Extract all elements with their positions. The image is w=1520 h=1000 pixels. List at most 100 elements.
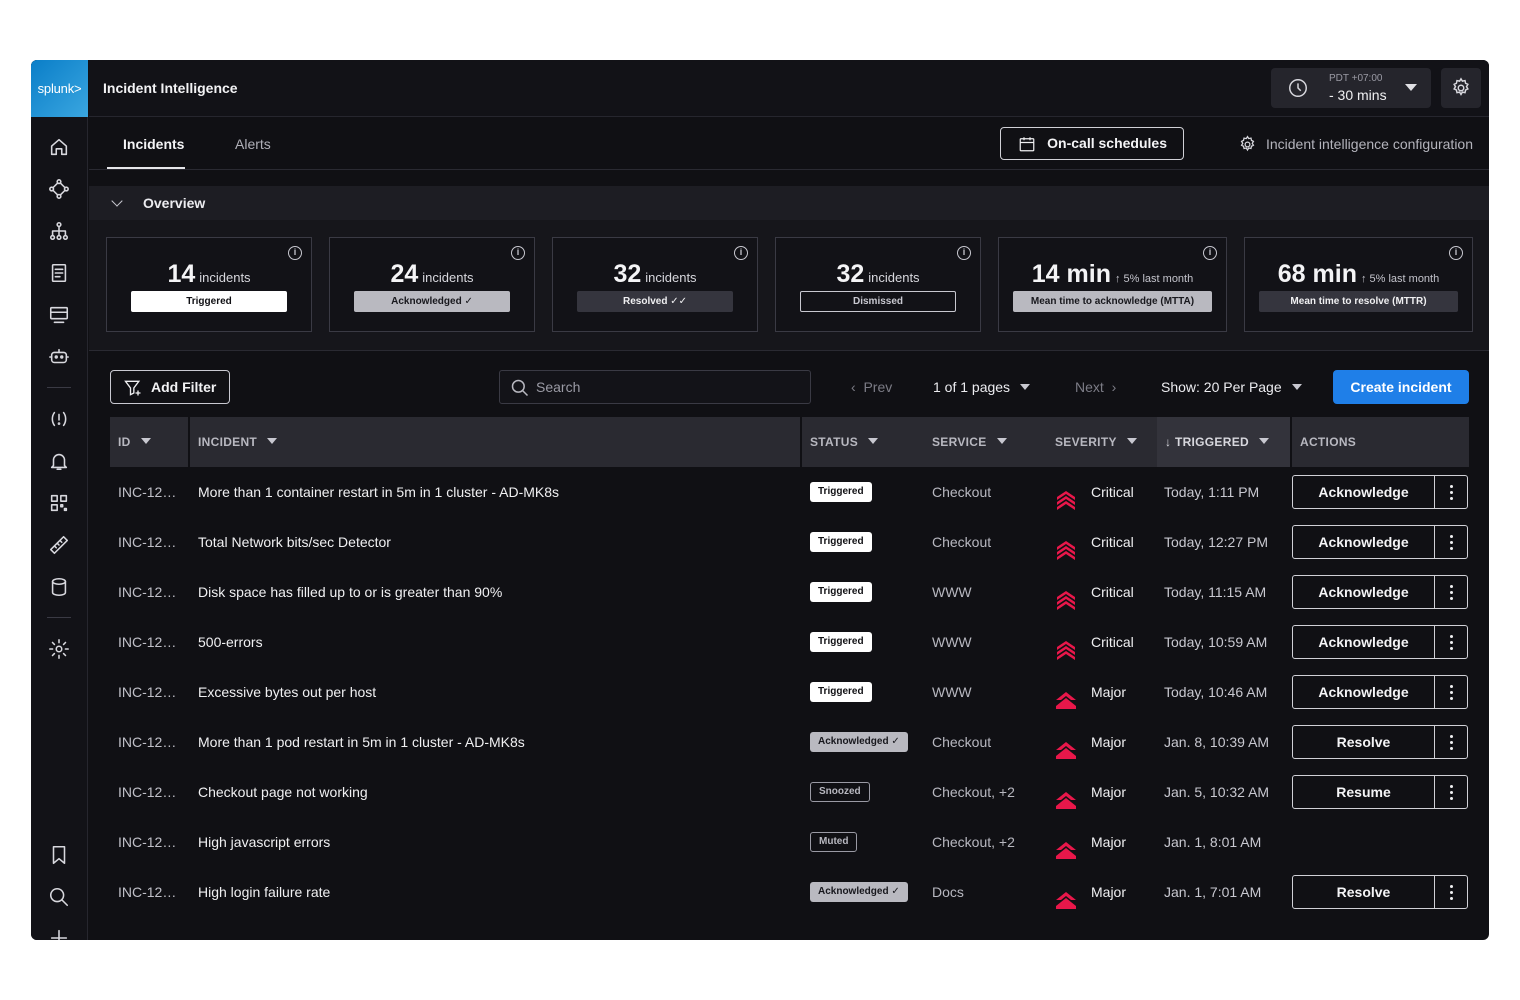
table-row[interactable]: INC-12… 500-errors Triggered WWW Critical Tod… <box>110 617 1469 667</box>
ruler-icon[interactable] <box>47 533 71 557</box>
acknowledge-button[interactable]: Acknowledge <box>1292 625 1435 659</box>
table-row[interactable]: INC-12… Disk space has filled up to or is… <box>110 567 1469 617</box>
search-icon[interactable] <box>47 885 71 909</box>
database-icon[interactable] <box>47 575 71 599</box>
add-icon[interactable] <box>47 926 71 940</box>
on-call-schedules-button[interactable]: On-call schedules <box>1000 127 1184 160</box>
incident-title[interactable]: Total Network bits/sec Detector <box>198 517 391 567</box>
incident-intelligence-config-link[interactable]: Incident intelligence configuration <box>1238 135 1473 152</box>
incident-title[interactable]: 500-errors <box>198 617 263 667</box>
incident-id[interactable]: INC-12… <box>118 767 176 817</box>
incident-id[interactable]: INC-12… <box>118 667 176 717</box>
overview-toggle[interactable]: Overview <box>89 186 1489 220</box>
incident-id[interactable]: INC-12… <box>118 467 176 517</box>
chevron-down-icon <box>1020 384 1031 390</box>
resume-button[interactable]: Resume <box>1292 775 1435 809</box>
table-row[interactable]: INC-12… High login failure rate Acknowledg… <box>110 867 1469 917</box>
incident-title[interactable]: Disk space has filled up to or is greate… <box>198 567 502 617</box>
incident-title[interactable]: High javascript errors <box>198 817 330 867</box>
column-header-severity[interactable]: SEVERITY <box>1047 417 1157 467</box>
page-select[interactable]: 1 of 1 pages <box>933 379 1031 395</box>
incident-title[interactable]: High login failure rate <box>198 867 330 917</box>
tab-alerts[interactable]: Alerts <box>235 136 271 152</box>
prev-page-button[interactable]: ‹ Prev <box>851 379 892 395</box>
time-range-picker[interactable]: PDT +07:00 - 30 mins <box>1271 68 1431 108</box>
column-header-incident[interactable]: INCIDENT <box>190 417 800 467</box>
info-icon[interactable]: i <box>957 246 971 260</box>
bell-icon[interactable] <box>47 449 71 473</box>
more-actions-icon[interactable] <box>1434 525 1468 559</box>
kpi-triggered[interactable]: i 14 incidents Triggered <box>106 237 312 332</box>
incident-title[interactable]: More than 1 container restart in 5m in 1… <box>198 467 559 517</box>
kpi-acknowledged[interactable]: i 24 incidents Acknowledged ✓ <box>329 237 535 332</box>
search-input[interactable] <box>536 371 796 403</box>
logs-icon[interactable] <box>47 261 71 285</box>
table-row[interactable]: INC-12… High javascript errors Muted Checko… <box>110 817 1469 867</box>
per-page-select[interactable]: Show: 20 Per Page <box>1161 379 1302 395</box>
column-header-triggered[interactable]: ↓ TRIGGERED <box>1157 417 1290 467</box>
next-page-button[interactable]: Next › <box>1075 379 1116 395</box>
incident-id[interactable]: INC-12… <box>118 817 176 867</box>
robot-icon[interactable] <box>47 345 71 369</box>
table-row[interactable]: INC-12… More than 1 container restart in … <box>110 467 1469 517</box>
kpi-trend: ↑ 5% last month <box>1114 273 1194 285</box>
create-incident-button[interactable]: Create incident <box>1333 370 1469 404</box>
settings-button[interactable] <box>1441 68 1481 108</box>
kpi-mttr[interactable]: i 68 min ↑ 5% last month Mean time to res… <box>1244 237 1473 332</box>
incident-title[interactable]: Checkout page not working <box>198 767 368 817</box>
incident-id[interactable]: INC-12… <box>118 717 176 767</box>
splunk-logo[interactable]: splunk> <box>31 60 88 117</box>
settings-icon[interactable] <box>47 637 71 661</box>
bookmark-icon[interactable] <box>47 843 71 867</box>
search-box[interactable] <box>499 370 811 404</box>
info-icon[interactable]: i <box>734 246 748 260</box>
info-icon[interactable]: i <box>288 246 302 260</box>
more-actions-icon[interactable] <box>1434 675 1468 709</box>
table-row[interactable]: INC-12… Checkout page not working Snoozed C… <box>110 767 1469 817</box>
status-badge: Acknowledged ✓ <box>810 732 908 752</box>
grid-icon[interactable] <box>47 491 71 515</box>
add-filter-button[interactable]: Add Filter <box>110 370 230 404</box>
acknowledge-button[interactable]: Acknowledge <box>1292 575 1435 609</box>
resolve-button[interactable]: Resolve <box>1292 725 1435 759</box>
incident-title[interactable]: More than 1 pod restart in 5m in 1 clust… <box>198 717 525 767</box>
hierarchy-icon[interactable] <box>47 219 71 243</box>
status-badge: Muted <box>810 832 858 852</box>
kpi-resolved[interactable]: i 32 incidents Resolved ✓✓ <box>552 237 758 332</box>
acknowledge-button[interactable]: Acknowledge <box>1292 675 1435 709</box>
more-actions-icon[interactable] <box>1434 475 1468 509</box>
info-icon[interactable]: i <box>1449 246 1463 260</box>
incident-alert-icon[interactable] <box>47 407 71 431</box>
service-map-icon[interactable] <box>47 177 71 201</box>
info-icon[interactable]: i <box>511 246 525 260</box>
table-row[interactable]: INC-12… More than 1 pod restart in 5m in … <box>110 717 1469 767</box>
more-actions-icon[interactable] <box>1434 625 1468 659</box>
column-header-service[interactable]: SERVICE <box>924 417 1044 467</box>
column-header-id[interactable]: ID <box>110 417 188 467</box>
info-icon[interactable]: i <box>1203 246 1217 260</box>
column-header-status[interactable]: STATUS <box>802 417 922 467</box>
severity-label: Critical <box>1091 634 1134 650</box>
severity: Major <box>1055 667 1126 717</box>
incident-id[interactable]: INC-12… <box>118 617 176 667</box>
more-actions-icon[interactable] <box>1434 575 1468 609</box>
incident-id[interactable]: INC-12… <box>118 567 176 617</box>
more-actions-icon[interactable] <box>1434 775 1468 809</box>
kpi-mtta[interactable]: i 14 min ↑ 5% last month Mean time to ack… <box>998 237 1227 332</box>
incident-id[interactable]: INC-12… <box>118 517 176 567</box>
more-actions-icon[interactable] <box>1434 875 1468 909</box>
triggered-time: Today, 1:11 PM <box>1164 484 1260 500</box>
incident-title[interactable]: Excessive bytes out per host <box>198 667 376 717</box>
table-row[interactable]: INC-12… Total Network bits/sec Detector Tr… <box>110 517 1469 567</box>
acknowledge-button[interactable]: Acknowledge <box>1292 475 1435 509</box>
dashboard-list-icon[interactable] <box>47 303 71 327</box>
incident-id[interactable]: INC-12… <box>118 867 176 917</box>
home-icon[interactable] <box>47 135 71 159</box>
more-actions-icon[interactable] <box>1434 725 1468 759</box>
acknowledge-button[interactable]: Acknowledge <box>1292 525 1435 559</box>
resolve-button[interactable]: Resolve <box>1292 875 1435 909</box>
kpi-status-pill: Dismissed <box>800 291 956 312</box>
tab-incidents[interactable]: Incidents <box>123 136 184 152</box>
table-row[interactable]: INC-12… Excessive bytes out per host Trigg… <box>110 667 1469 717</box>
kpi-dismissed[interactable]: i 32 incidents Dismissed <box>775 237 981 332</box>
